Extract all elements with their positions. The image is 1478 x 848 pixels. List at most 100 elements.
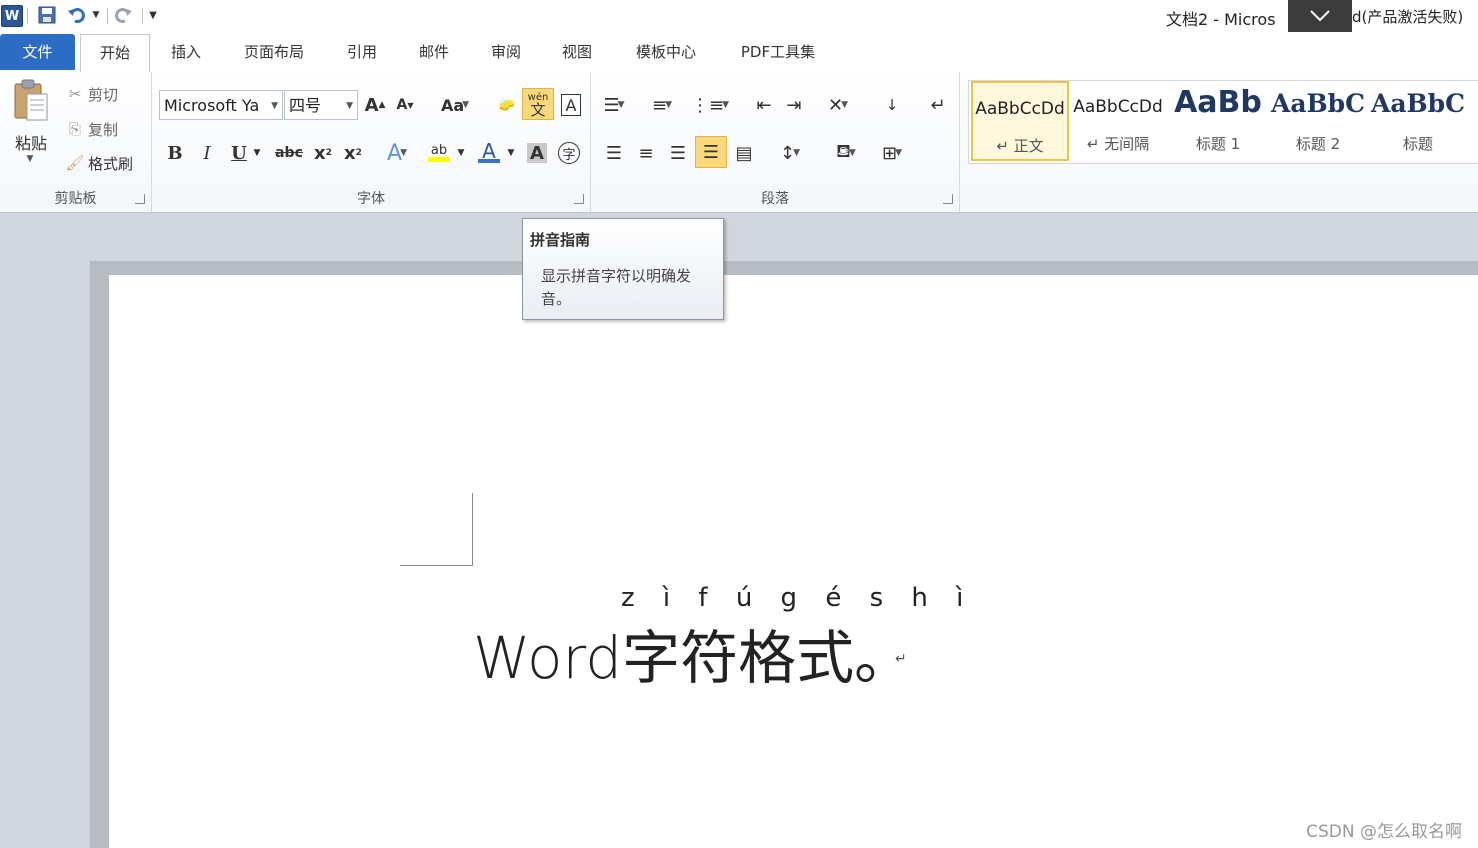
group-font: Microsoft Ya ▼ 四号 ▼ A ▲ A ▼ Aa ▼ 🧽 wén 文 A B … bbox=[152, 72, 591, 212]
distributed-button[interactable]: ▤ bbox=[729, 138, 759, 168]
sort-button[interactable]: ↓ bbox=[877, 90, 907, 120]
redo-icon[interactable] bbox=[112, 4, 134, 26]
superscript-button[interactable]: x2 bbox=[338, 138, 368, 168]
customize-icon[interactable]: ▼ bbox=[146, 4, 160, 26]
character-border-button[interactable]: A bbox=[556, 90, 586, 120]
collapse-ribbon-button[interactable] bbox=[1288, 0, 1352, 32]
clear-formatting-icon: 🧽 bbox=[498, 97, 516, 113]
chevron-down-icon: ▼ bbox=[841, 100, 848, 110]
text-effects-button[interactable]: A ▼ bbox=[382, 138, 412, 168]
tab-references[interactable]: 引用 bbox=[336, 34, 388, 70]
shrink-font-button[interactable]: A ▼ bbox=[390, 90, 420, 120]
show-marks-button[interactable]: ↵ bbox=[923, 90, 953, 120]
copy-label: 复制 bbox=[88, 120, 119, 139]
tab-page-layout[interactable]: 页面布局 bbox=[232, 34, 316, 70]
font-size-value: 四号 bbox=[289, 96, 322, 115]
watermark: CSDN @怎么取名啊 bbox=[1306, 822, 1462, 842]
multilevel-list-button[interactable]: ⋮≡ ▼ bbox=[691, 90, 729, 120]
margin-corner-mark bbox=[400, 493, 473, 566]
underline-icon: U bbox=[231, 142, 247, 164]
style-no-spacing[interactable]: AaBbCcDd ↵ 无间隔 bbox=[1069, 81, 1167, 161]
font-color-dropdown-icon[interactable]: ▼ bbox=[504, 138, 518, 168]
copy-icon: ⎘ bbox=[68, 120, 81, 138]
chevron-down-icon: ▼ bbox=[722, 100, 730, 110]
separator bbox=[27, 8, 28, 24]
style-name: ↵ 无间隔 bbox=[1086, 135, 1150, 153]
group-clipboard: 粘贴 ▼ ✂ 剪切 ⎘ 复制 🖌 格式刷 剪贴板 bbox=[0, 72, 152, 212]
style-title[interactable]: AaBbC 标题 bbox=[1369, 81, 1467, 161]
subscript-button[interactable]: x2 bbox=[308, 138, 338, 168]
tab-view[interactable]: 视图 bbox=[551, 34, 603, 70]
align-right-button[interactable]: ☰ bbox=[663, 138, 693, 168]
font-launcher-icon[interactable] bbox=[574, 194, 584, 204]
align-center-icon: ≡ bbox=[638, 142, 654, 164]
style-heading-2[interactable]: AaBbC 标题 2 bbox=[1269, 81, 1367, 161]
enclose-characters-icon: 字 bbox=[558, 142, 580, 164]
increase-indent-icon: ⇥ bbox=[786, 94, 802, 116]
word-window: W ▼ ▼ 文档2 - Micros d(产品激活失败) 文件 开始 插入 页面… bbox=[0, 0, 1478, 848]
grow-font-button[interactable]: A ▲ bbox=[360, 90, 390, 120]
phonetic-guide-button[interactable]: wén 文 bbox=[522, 88, 554, 120]
style-normal[interactable]: AaBbCcDd ↵ 正文 bbox=[971, 81, 1069, 161]
document-text[interactable]: Word字符格式。 bbox=[473, 611, 912, 695]
tab-mailings[interactable]: 邮件 bbox=[408, 34, 460, 70]
increase-indent-button[interactable]: ⇥ bbox=[779, 90, 809, 120]
style-name: ↵ 正文 bbox=[996, 137, 1044, 155]
scissors-icon: ✂ bbox=[68, 85, 82, 103]
paste-button[interactable]: 粘贴 ▼ bbox=[8, 78, 54, 174]
window-title: 文档2 - Micros bbox=[1166, 10, 1276, 29]
chinese-layout-button[interactable]: ✕ ▼ bbox=[823, 90, 853, 120]
sort-icon: ↓ bbox=[885, 96, 899, 114]
subscript-icon: x bbox=[314, 142, 326, 164]
ribbon-tabs: 文件 开始 插入 页面布局 引用 邮件 审阅 视图 模板中心 PDF工具集 bbox=[0, 32, 1478, 73]
underline-dropdown-icon[interactable]: ▼ bbox=[250, 138, 264, 168]
chevron-down-icon: ▼ bbox=[346, 101, 353, 111]
numbering-button[interactable]: ≡ ▼ bbox=[647, 90, 677, 120]
paragraph-launcher-icon[interactable] bbox=[943, 194, 953, 204]
align-left-button[interactable]: ☰ bbox=[599, 138, 629, 168]
tab-file[interactable]: 文件 bbox=[0, 34, 75, 70]
change-case-button[interactable]: Aa ▼ bbox=[436, 90, 474, 120]
align-right-icon: ☰ bbox=[669, 142, 687, 164]
format-painter-button[interactable]: 🖌 格式刷 bbox=[65, 150, 134, 176]
tab-review[interactable]: 审阅 bbox=[480, 34, 532, 70]
style-name: 标题 2 bbox=[1295, 135, 1341, 153]
copy-button[interactable]: ⎘ 复制 bbox=[66, 116, 118, 142]
highlight-dropdown-icon[interactable]: ▼ bbox=[454, 138, 468, 168]
cut-button[interactable]: ✂ 剪切 bbox=[66, 81, 118, 107]
borders-button[interactable]: ⊞ ▼ bbox=[877, 138, 907, 168]
undo-icon[interactable] bbox=[66, 4, 88, 26]
decrease-indent-button[interactable]: ⇤ bbox=[749, 90, 779, 120]
character-border-icon: A bbox=[561, 94, 581, 116]
clipboard-launcher-icon[interactable] bbox=[135, 194, 145, 204]
font-size-select[interactable]: 四号 ▼ bbox=[284, 90, 358, 120]
format-painter-label: 格式刷 bbox=[88, 154, 134, 173]
tooltip: 拼音指南 显示拼音字符以明确发音。 bbox=[522, 218, 724, 320]
paste-label: 粘贴 bbox=[14, 134, 47, 153]
save-icon[interactable] bbox=[36, 4, 58, 26]
tab-insert[interactable]: 插入 bbox=[160, 34, 212, 70]
style-heading-1[interactable]: AaBb 标题 1 bbox=[1169, 81, 1267, 161]
line-spacing-button[interactable]: ↕ ▼ bbox=[775, 138, 805, 168]
strikethrough-button[interactable]: abc bbox=[272, 138, 306, 168]
font-name-select[interactable]: Microsoft Ya ▼ bbox=[159, 90, 283, 120]
tab-pdf-tools[interactable]: PDF工具集 bbox=[730, 34, 826, 70]
tab-home[interactable]: 开始 bbox=[80, 34, 150, 73]
document-page[interactable]: z ì f ú g é s h ì Word字符格式。 ↵ bbox=[109, 275, 1478, 848]
tab-template-center[interactable]: 模板中心 bbox=[622, 34, 710, 70]
bullets-button[interactable]: ☰ ▼ bbox=[599, 90, 629, 120]
strikethrough-icon: abc bbox=[275, 145, 303, 161]
undo-dropdown-icon[interactable]: ▼ bbox=[90, 4, 102, 26]
enclose-characters-button[interactable]: 字 bbox=[554, 138, 584, 168]
chevron-down-icon: ▼ bbox=[665, 100, 672, 110]
bold-button[interactable]: B bbox=[160, 138, 190, 168]
clear-formatting-button[interactable]: 🧽 bbox=[492, 90, 522, 120]
highlight-button[interactable]: ab bbox=[424, 138, 454, 168]
font-color-button[interactable]: A bbox=[474, 138, 504, 168]
shading-button[interactable]: ⛾ ▼ bbox=[831, 138, 861, 168]
align-center-button[interactable]: ≡ bbox=[631, 138, 661, 168]
italic-button[interactable]: I bbox=[192, 138, 222, 168]
character-shading-button[interactable]: A bbox=[522, 138, 552, 168]
brush-icon: 🖌 bbox=[65, 154, 85, 172]
justify-button[interactable]: ☰ bbox=[695, 136, 727, 168]
